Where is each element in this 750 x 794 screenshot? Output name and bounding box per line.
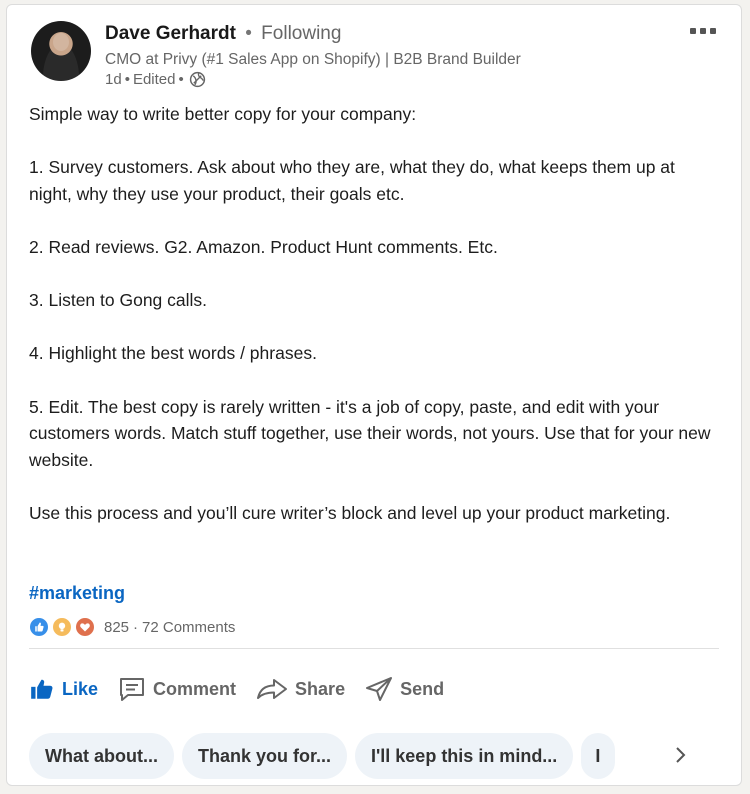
like-button[interactable]: Like	[29, 676, 98, 702]
post-paragraph: Simple way to write better copy for your…	[29, 104, 417, 124]
suggested-reply-chip[interactable]: I	[581, 733, 616, 779]
action-bar: Like Comment Share Send	[29, 671, 464, 707]
author-row: Dave Gerhardt • Following	[105, 23, 341, 45]
post-paragraph: Use this process and you’ll cure writer’…	[29, 502, 671, 523]
next-replies-button[interactable]	[667, 741, 695, 769]
engagement-counts: 825 · 72 Comments	[104, 619, 235, 636]
hashtag-link[interactable]: #marketing	[29, 583, 125, 604]
post-paragraph: 4. Highlight the best words / phrases.	[29, 343, 317, 364]
count-separator: ·	[133, 618, 139, 636]
insightful-reaction-icon[interactable]	[52, 617, 72, 637]
meta-separator: •	[124, 71, 130, 88]
reactions-count[interactable]: 825	[104, 619, 129, 636]
dot-icon	[710, 28, 716, 34]
send-label: Send	[400, 678, 445, 699]
love-reaction-icon[interactable]	[75, 617, 95, 637]
follow-status: Following	[261, 23, 342, 44]
comments-count[interactable]: 72 Comments	[142, 619, 235, 636]
dot-icon	[700, 28, 706, 34]
globe-icon	[189, 71, 205, 88]
suggested-reply-chip[interactable]: What about...	[29, 733, 174, 779]
suggested-replies: What about... Thank you for... I'll keep…	[29, 733, 623, 779]
post-timestamp: 1d	[105, 71, 122, 88]
comment-button[interactable]: Comment	[118, 676, 236, 702]
post-paragraph: 1. Survey customers. Ask about who they …	[29, 157, 675, 204]
feed-post-card: Dave Gerhardt • Following CMO at Privy (…	[6, 4, 742, 786]
share-label: Share	[295, 678, 346, 699]
meta-separator: •	[178, 71, 184, 88]
author-separator: •	[245, 23, 252, 44]
chevron-right-icon	[676, 747, 686, 763]
post-paragraph: 2. Read reviews. G2. Amazon. Product Hun…	[29, 236, 498, 257]
comment-icon	[120, 678, 145, 701]
author-avatar[interactable]	[31, 21, 91, 81]
more-options-button[interactable]	[685, 19, 721, 43]
author-name[interactable]: Dave Gerhardt	[105, 23, 236, 44]
share-icon	[257, 679, 288, 699]
suggested-reply-chip[interactable]: I'll keep this in mind...	[355, 733, 574, 779]
like-label: Like	[62, 678, 99, 699]
share-button[interactable]: Share	[256, 676, 345, 702]
post-paragraph: 5. Edit. The best copy is rarely written…	[29, 396, 711, 470]
post-meta: 1d • Edited •	[105, 71, 206, 88]
comment-label: Comment	[153, 678, 237, 699]
send-icon	[366, 677, 393, 701]
post-text: Simple way to write better copy for your…	[29, 101, 719, 527]
suggested-reply-chip[interactable]: Thank you for...	[181, 733, 347, 779]
thumbs-up-icon	[31, 679, 53, 699]
edited-label: Edited	[132, 71, 176, 88]
send-button[interactable]: Send	[365, 676, 444, 702]
author-headline: CMO at Privy (#1 Sales App on Shopify) |…	[105, 51, 521, 68]
like-reaction-icon[interactable]	[29, 617, 49, 637]
divider	[29, 648, 719, 649]
social-counts: 825 · 72 Comments	[29, 616, 235, 638]
dot-icon	[690, 28, 696, 34]
post-paragraph: 3. Listen to Gong calls.	[29, 290, 208, 311]
